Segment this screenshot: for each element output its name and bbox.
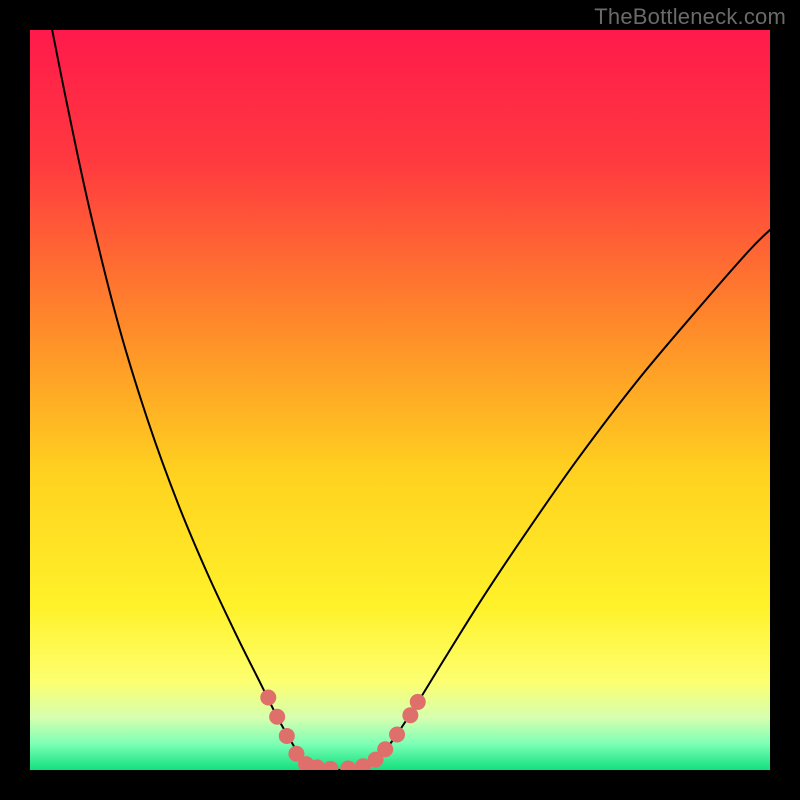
curve-marker (260, 689, 276, 705)
curve-marker (410, 694, 426, 710)
curve-marker (279, 728, 295, 744)
curve-marker (269, 709, 285, 725)
chart-frame: TheBottleneck.com (0, 0, 800, 800)
bottleneck-chart (30, 30, 770, 770)
plot-area (30, 30, 770, 770)
curve-marker (389, 726, 405, 742)
curve-marker (377, 741, 393, 757)
watermark-label: TheBottleneck.com (594, 4, 786, 30)
